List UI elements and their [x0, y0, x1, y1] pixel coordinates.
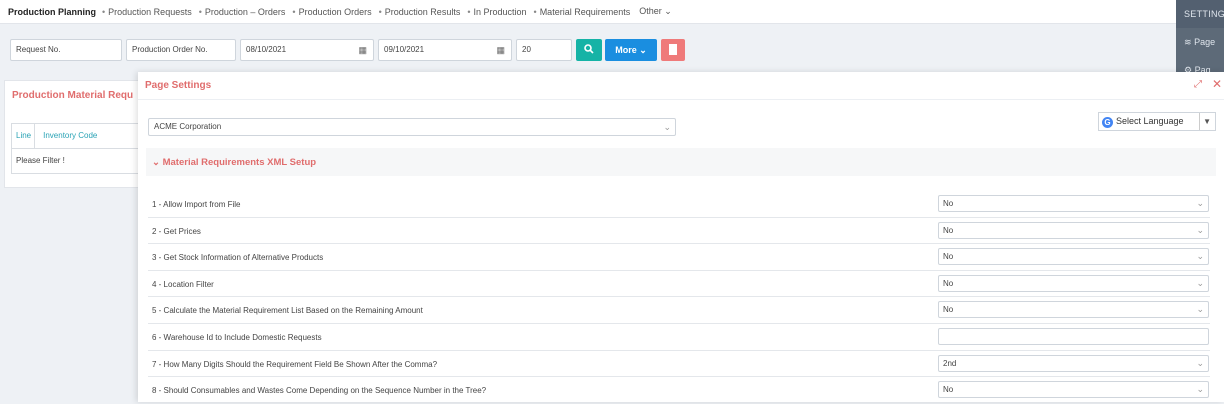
- setting-select[interactable]: 2nd ⌄: [938, 354, 1209, 372]
- count-input[interactable]: 20: [516, 39, 572, 61]
- nav-item-production-orders-dash[interactable]: • Production – Orders: [199, 7, 286, 17]
- more-button[interactable]: More ⌄: [605, 39, 657, 61]
- search-button[interactable]: [576, 39, 602, 61]
- setting-select[interactable]: No ⌄: [938, 301, 1209, 319]
- calendar-icon[interactable]: ▦: [496, 40, 505, 60]
- modal-divider: [138, 99, 1224, 100]
- setting-label: 8 - Should Consumables and Wastes Come D…: [152, 386, 487, 396]
- date-from-value: 08/10/2021: [246, 45, 287, 54]
- setting-label: 7 - How Many Digits Should the Requireme…: [152, 359, 438, 369]
- document-icon: [669, 44, 677, 55]
- col-line[interactable]: Line: [12, 124, 31, 148]
- setting-select[interactable]: No ⌄: [938, 195, 1209, 212]
- expand-icon[interactable]: ⤢: [1194, 79, 1202, 90]
- results-table: Line Inventory Code Please Filter !: [11, 123, 140, 174]
- production-material-panel: Production Material Requ Line Inventory C…: [4, 80, 140, 188]
- google-icon: G: [1102, 117, 1113, 128]
- top-nav: Production Planning • Production Requests…: [0, 0, 1176, 24]
- section-title: ⌄ Material Requirements XML Setup: [152, 157, 317, 168]
- chevron-down-icon: ⌄: [1196, 198, 1204, 208]
- company-select[interactable]: ACME Corporation ⌄: [148, 118, 676, 136]
- nav-item-production-requests[interactable]: • Production Requests: [102, 7, 192, 17]
- setting-label: 1 - Allow Import from File: [152, 200, 241, 209]
- chevron-down-icon: ⌄: [1196, 357, 1204, 368]
- close-icon[interactable]: ✕: [1212, 77, 1222, 91]
- chevron-down-icon: ⌄: [664, 6, 672, 16]
- nav-item-production-orders[interactable]: • Production Orders: [292, 7, 371, 17]
- nav-other-menu[interactable]: Other ⌄: [639, 6, 672, 17]
- setting-row: 1 - Allow Import from File No ⌄: [148, 191, 1210, 218]
- col-inventory-code[interactable]: Inventory Code: [34, 124, 97, 148]
- setting-label: 6 - Warehouse Id to Include Domestic Req…: [152, 332, 322, 342]
- setting-select[interactable]: No ⌄: [938, 381, 1209, 399]
- setting-label: 3 - Get Stock Information of Alternative…: [152, 253, 324, 263]
- request-no-input[interactable]: Request No.: [10, 39, 122, 61]
- panel-title: Production Material Requ: [12, 90, 134, 101]
- setting-label: 2 - Get Prices: [152, 226, 201, 236]
- setting-row: 4 - Location Filter No ⌄: [148, 271, 1210, 298]
- search-icon: [584, 44, 594, 54]
- modal-title: Page Settings: [145, 80, 212, 91]
- table-header: Line Inventory Code: [12, 124, 140, 149]
- nav-item-material-requirements[interactable]: • Material Requirements: [534, 7, 631, 17]
- settings-item-page[interactable]: ≋ Page: [1176, 28, 1224, 56]
- layers-icon: ≋: [1184, 37, 1192, 47]
- chevron-down-icon: ⌄: [663, 122, 671, 132]
- xml-setup-section[interactable]: ⌄ Material Requirements XML Setup: [146, 148, 1216, 176]
- settings-rows: 1 - Allow Import from File No ⌄ 2 - Get P…: [148, 191, 1210, 404]
- language-select[interactable]: G Select Language ▼: [1098, 112, 1216, 131]
- language-label: Select Language: [1116, 116, 1184, 126]
- production-order-no-input[interactable]: Production Order No.: [126, 39, 236, 61]
- chevron-down-icon: ⌄: [1196, 277, 1204, 288]
- company-value: ACME Corporation: [154, 122, 222, 131]
- setting-label: 4 - Location Filter: [152, 279, 214, 289]
- chevron-down-icon: ⌄: [639, 45, 647, 55]
- setting-select[interactable]: No ⌄: [938, 248, 1209, 266]
- chevron-down-icon: ⌄: [1196, 304, 1204, 315]
- date-to-value: 09/10/2021: [384, 45, 425, 54]
- setting-text-input[interactable]: [938, 327, 1209, 345]
- setting-label: 5 - Calculate the Material Requirement L…: [152, 306, 423, 316]
- filter-bar: Request No. Production Order No. 08/10/2…: [0, 38, 1176, 62]
- page-settings-modal: Page Settings ⤢ ✕ ACME Corporation ⌄ G Se…: [138, 72, 1224, 404]
- pdf-button[interactable]: [661, 39, 685, 61]
- setting-select[interactable]: No ⌄: [938, 274, 1209, 292]
- setting-select[interactable]: No ⌄: [938, 221, 1209, 239]
- empty-message: Please Filter !: [16, 156, 65, 165]
- setting-row: 7 - How Many Digits Should the Requireme…: [148, 351, 1210, 378]
- setting-row: 8 - Should Consumables and Wastes Come D…: [148, 377, 1210, 404]
- nav-item-in-production[interactable]: • In Production: [467, 7, 526, 17]
- setting-row: 2 - Get Prices No ⌄: [148, 218, 1210, 245]
- setting-row: 6 - Warehouse Id to Include Domestic Req…: [148, 324, 1210, 351]
- setting-row: 5 - Calculate the Material Requirement L…: [148, 297, 1210, 324]
- chevron-down-icon: ⌄: [1196, 224, 1204, 235]
- nav-brand[interactable]: Production Planning: [8, 7, 96, 17]
- nav-item-production-results[interactable]: • Production Results: [379, 7, 461, 17]
- dropdown-arrow-icon: ▼: [1199, 113, 1211, 130]
- settings-header: SETTING: [1176, 0, 1224, 28]
- chevron-down-icon: ⌄: [152, 157, 160, 168]
- date-from-input[interactable]: 08/10/2021 ▦: [240, 39, 374, 61]
- chevron-down-icon: ⌄: [1196, 251, 1204, 262]
- setting-row: 3 - Get Stock Information of Alternative…: [148, 244, 1210, 271]
- calendar-icon[interactable]: ▦: [358, 40, 367, 60]
- chevron-down-icon: ⌄: [1196, 384, 1204, 395]
- date-to-input[interactable]: 09/10/2021 ▦: [378, 39, 512, 61]
